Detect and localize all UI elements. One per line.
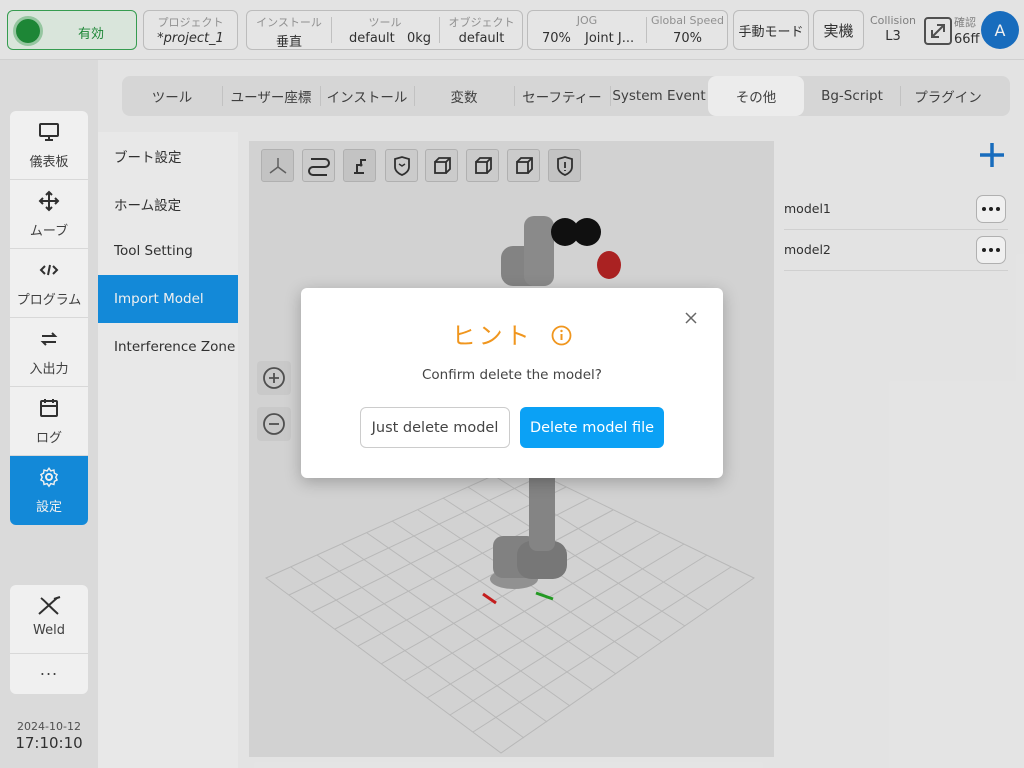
just-delete-model-button[interactable]: Just delete model [360,407,510,448]
delete-model-file-button[interactable]: Delete model file [520,407,664,448]
dialog-title: ヒント [301,316,723,351]
info-icon [551,325,572,346]
dialog-message: Confirm delete the model? [422,367,602,383]
confirm-dialog: ヒント Confirm delete the model? Just delet… [301,288,723,478]
dialog-title-text: ヒント [451,322,533,350]
close-icon[interactable] [681,308,701,328]
